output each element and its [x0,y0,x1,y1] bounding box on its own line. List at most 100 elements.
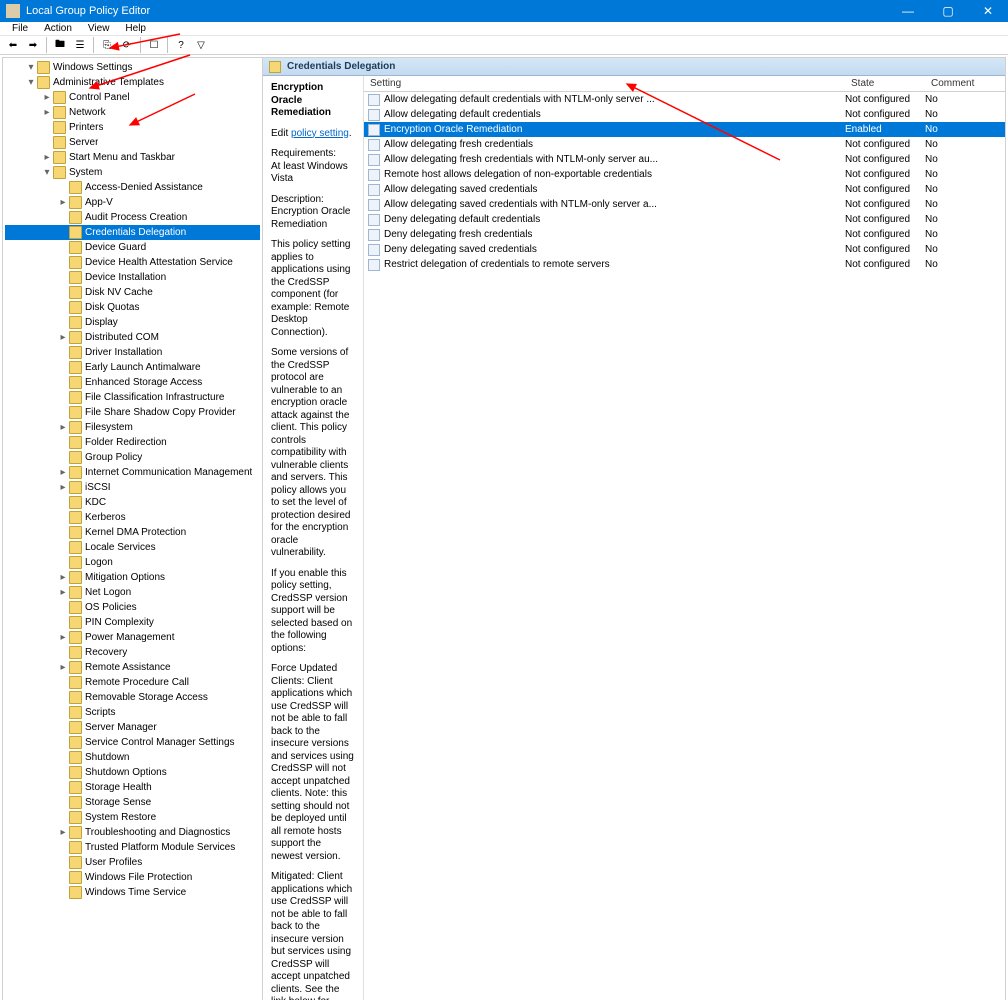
menu-file[interactable]: File [6,22,34,35]
tree-node[interactable]: Credentials Delegation [5,225,260,240]
tree-node[interactable]: Server Manager [5,720,260,735]
tree-node[interactable]: ▸Distributed COM [5,330,260,345]
tree-node[interactable]: ▸Filesystem [5,420,260,435]
tree-node[interactable]: ▸Internet Communication Management [5,465,260,480]
tree-node[interactable]: Kerberos [5,510,260,525]
tree-toggle-icon[interactable]: ▸ [57,632,69,643]
window-maximize-button[interactable]: ▢ [928,0,968,22]
tree-node[interactable]: Removable Storage Access [5,690,260,705]
column-comment[interactable]: Comment [925,76,1005,91]
tree-node[interactable]: Group Policy [5,450,260,465]
toolbar-up-button[interactable]: 🖿 [51,36,69,54]
tree-node[interactable]: System Restore [5,810,260,825]
setting-row[interactable]: Allow delegating default credentials wit… [364,92,1005,107]
tree-node[interactable]: Windows File Protection [5,870,260,885]
toolbar-export-button[interactable]: ⎘ [98,36,116,54]
edit-policy-link[interactable]: policy setting [291,128,349,139]
window-minimize-button[interactable]: — [888,0,928,22]
tree-node[interactable]: Folder Redirection [5,435,260,450]
tree-toggle-icon[interactable]: ▸ [57,422,69,433]
tree-node[interactable]: Shutdown [5,750,260,765]
tree-node[interactable]: Shutdown Options [5,765,260,780]
tree-node[interactable]: Display [5,315,260,330]
toolbar-refresh-button[interactable]: ⟳ [118,36,136,54]
tree-node[interactable]: Driver Installation [5,345,260,360]
tree-node[interactable]: Locale Services [5,540,260,555]
setting-row[interactable]: Deny delegating saved credentialsNot con… [364,242,1005,257]
tree-node[interactable]: ▸Mitigation Options [5,570,260,585]
tree-node[interactable]: Device Installation [5,270,260,285]
tree-node[interactable]: Access-Denied Assistance [5,180,260,195]
tree-toggle-icon[interactable]: ▸ [57,587,69,598]
tree-node[interactable]: Service Control Manager Settings [5,735,260,750]
tree-node[interactable]: Disk NV Cache [5,285,260,300]
toolbar-help-button[interactable]: ? [172,36,190,54]
toolbar-showhide-button[interactable]: ☰ [71,36,89,54]
setting-row[interactable]: Allow delegating saved credentialsNot co… [364,182,1005,197]
tree-node[interactable]: KDC [5,495,260,510]
tree-toggle-icon[interactable]: ▸ [57,662,69,673]
tree-node[interactable]: File Share Shadow Copy Provider [5,405,260,420]
tree-toggle-icon[interactable]: ▸ [57,827,69,838]
toolbar-back-button[interactable]: ⬅ [4,36,22,54]
tree-toggle-icon[interactable]: ▸ [57,197,69,208]
tree-toggle-icon[interactable]: ▾ [41,167,53,178]
tree-node[interactable]: ▸Power Management [5,630,260,645]
menu-action[interactable]: Action [38,22,78,35]
tree-toggle-icon[interactable]: ▸ [57,482,69,493]
tree-toggle-icon[interactable]: ▸ [57,332,69,343]
tree-node[interactable]: Kernel DMA Protection [5,525,260,540]
tree-toggle-icon[interactable]: ▾ [25,62,37,73]
setting-row[interactable]: Remote host allows delegation of non-exp… [364,167,1005,182]
column-state[interactable]: State [845,76,925,91]
toolbar-filter-button[interactable]: ▽ [192,36,210,54]
tree-toggle-icon[interactable]: ▸ [41,152,53,163]
tree-node[interactable]: PIN Complexity [5,615,260,630]
tree-node[interactable]: Device Guard [5,240,260,255]
setting-row[interactable]: Allow delegating fresh credentialsNot co… [364,137,1005,152]
tree-node[interactable]: ▸Net Logon [5,585,260,600]
setting-row[interactable]: Encryption Oracle RemediationEnabledNo [364,122,1005,137]
tree-toggle-icon[interactable]: ▾ [25,77,37,88]
tree-node[interactable]: ▸Network [5,105,260,120]
tree-node[interactable]: File Classification Infrastructure [5,390,260,405]
tree-node[interactable]: Logon [5,555,260,570]
setting-row[interactable]: Allow delegating default credentialsNot … [364,107,1005,122]
tree-pane[interactable]: ▾Windows Settings▾Administrative Templat… [3,58,263,1000]
toolbar-forward-button[interactable]: ➡ [24,36,42,54]
tree-node[interactable]: Trusted Platform Module Services [5,840,260,855]
tree-node[interactable]: Enhanced Storage Access [5,375,260,390]
tree-node[interactable]: ▸iSCSI [5,480,260,495]
tree-node[interactable]: ▾System [5,165,260,180]
window-close-button[interactable]: ✕ [968,0,1008,22]
tree-node[interactable]: Recovery [5,645,260,660]
tree-toggle-icon[interactable]: ▸ [57,467,69,478]
tree-node[interactable]: Early Launch Antimalware [5,360,260,375]
tree-node[interactable]: ▸Troubleshooting and Diagnostics [5,825,260,840]
tree-node[interactable]: ▸App-V [5,195,260,210]
tree-node[interactable]: Storage Health [5,780,260,795]
tree-node[interactable]: ▾Administrative Templates [5,75,260,90]
setting-row[interactable]: Deny delegating default credentialsNot c… [364,212,1005,227]
tree-node[interactable]: ▸Remote Assistance [5,660,260,675]
setting-row[interactable]: Restrict delegation of credentials to re… [364,257,1005,272]
tree-node[interactable]: Scripts [5,705,260,720]
tree-node[interactable]: Windows Time Service [5,885,260,900]
tree-node[interactable]: Disk Quotas [5,300,260,315]
menu-view[interactable]: View [82,22,116,35]
tree-node[interactable]: ▸Control Panel [5,90,260,105]
tree-toggle-icon[interactable]: ▸ [41,92,53,103]
menu-help[interactable]: Help [119,22,152,35]
tree-node[interactable]: Server [5,135,260,150]
tree-toggle-icon[interactable]: ▸ [41,107,53,118]
toolbar-properties-button[interactable]: ☐ [145,36,163,54]
setting-row[interactable]: Allow delegating saved credentials with … [364,197,1005,212]
settings-list[interactable]: Allow delegating default credentials wit… [364,92,1005,1000]
tree-node[interactable]: Audit Process Creation [5,210,260,225]
tree-node[interactable]: ▸Start Menu and Taskbar [5,150,260,165]
tree-toggle-icon[interactable]: ▸ [57,572,69,583]
tree-node[interactable]: Device Health Attestation Service [5,255,260,270]
tree-node[interactable]: Printers [5,120,260,135]
setting-row[interactable]: Deny delegating fresh credentialsNot con… [364,227,1005,242]
tree-node[interactable]: OS Policies [5,600,260,615]
